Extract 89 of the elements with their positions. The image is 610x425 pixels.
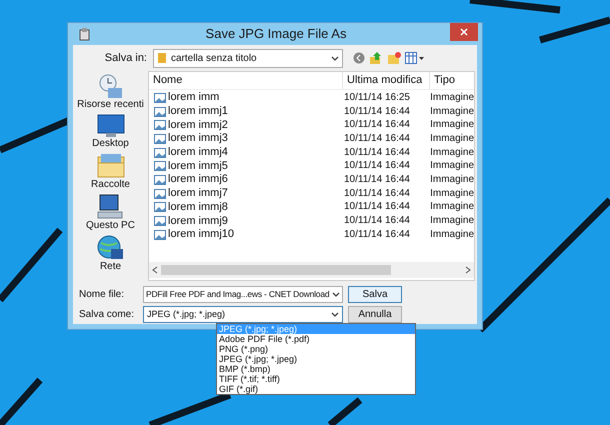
sidebar-item[interactable]: Risorse recenti [77, 99, 144, 111]
modified-cell-text: 10/11/14 16:44 [342, 161, 411, 172]
image-file-icon [154, 120, 166, 130]
file-name[interactable]: lorem immj7 [168, 188, 228, 200]
back-icon[interactable] [353, 52, 365, 64]
file-name-field[interactable]: PDFill Free PDF and Imag...ews - CNET Download [143, 286, 343, 303]
folder-icon [96, 153, 124, 179]
image-file-icon [154, 216, 166, 226]
type-cell-text: Immagine [429, 174, 474, 185]
modified-cell-text: 10/11/14 16:44 [342, 174, 411, 185]
up-folder-icon[interactable] [369, 51, 383, 65]
modified-cell-text: 10/11/14 16:44 [342, 202, 411, 212]
column-header[interactable]: Tipo [429, 72, 474, 89]
view-menu-icon[interactable] [405, 52, 425, 64]
type-cell-text: Immagine [429, 120, 474, 130]
file-name[interactable]: lorem imm [168, 92, 220, 104]
image-file-icon [154, 174, 166, 185]
file-type-option[interactable]: PNG (*.png) [217, 344, 415, 354]
file-name[interactable]: lorem immj10 [168, 229, 234, 240]
image-file-icon [154, 92, 166, 103]
image-file-icon [154, 230, 166, 240]
save-in-label: Salva in: [104, 50, 148, 66]
modified-cell-text: 10/11/14 16:44 [342, 106, 411, 117]
folder-icon [157, 52, 167, 64]
file-type-option[interactable]: Adobe PDF File (*.pdf) [217, 334, 415, 344]
image-file-icon [154, 202, 166, 212]
new-folder-icon[interactable] [387, 51, 401, 65]
file-type-option[interactable]: JPEG (*.jpg; *.jpeg) [217, 354, 415, 364]
file-name-value: PDFill Free PDF and Imag...ews - CNET Download [146, 288, 330, 301]
type-cell-text: Immagine [429, 230, 474, 240]
type-cell-text: Immagine [429, 202, 474, 212]
type-cell-text: Immagine [429, 188, 474, 199]
chevron-down-icon [331, 312, 339, 317]
type-cell-text: Immagine [429, 106, 474, 117]
chevron-down-icon [331, 56, 339, 60]
type-cell-text: Immagine [429, 216, 474, 226]
file-name[interactable]: lorem immj3 [168, 133, 228, 144]
file-name[interactable]: lorem immj4 [168, 147, 228, 158]
window-title: Save JPG Image File As [206, 25, 346, 44]
modified-cell-text: 10/11/14 16:44 [342, 188, 411, 199]
file-name-label: Nome file: [78, 288, 126, 302]
file-type-dropdown[interactable]: JPEG (*.jpg; *.jpeg) [143, 306, 343, 323]
modified-cell-text: 10/11/14 16:44 [342, 134, 411, 144]
sidebar-item[interactable]: Rete [100, 261, 122, 273]
file-name[interactable]: lorem immj9 [168, 216, 228, 227]
close-button[interactable] [450, 23, 478, 41]
scroll-right-icon[interactable] [465, 266, 471, 274]
image-file-icon [154, 161, 166, 172]
file-name[interactable]: lorem immj2 [168, 120, 228, 131]
save-button[interactable]: Salva [348, 286, 402, 303]
file-name[interactable]: lorem immj8 [168, 202, 228, 213]
horizontal-scrollbar[interactable] [149, 262, 474, 278]
image-file-icon [154, 106, 166, 117]
save-as-label: Salva come: [78, 308, 136, 322]
column-header[interactable]: Ultima modifica [342, 72, 429, 89]
column-header[interactable]: Nome [149, 72, 342, 89]
type-cell-text: Immagine [429, 161, 474, 172]
chevron-down-icon [332, 292, 340, 297]
image-file-icon [154, 148, 166, 158]
scrollbar-thumb[interactable] [161, 265, 391, 275]
file-type-value: JPEG (*.jpg; *.jpeg) [147, 308, 226, 321]
app-icon [78, 27, 92, 41]
modified-cell-text: 10/11/14 16:25 [342, 92, 411, 103]
monitor-icon [96, 114, 124, 138]
scroll-left-icon[interactable] [152, 266, 158, 274]
globe-icon [96, 235, 124, 261]
file-name[interactable]: lorem immj1 [168, 106, 228, 118]
computer-icon [96, 194, 124, 220]
file-type-option[interactable]: GIF (*.gif) [217, 384, 415, 394]
folder-name: cartella senza titolo [171, 52, 258, 66]
modified-cell-text: 10/11/14 16:44 [342, 120, 411, 130]
type-cell-text: Immagine [429, 92, 474, 103]
close-icon [460, 28, 468, 36]
image-file-icon [154, 188, 166, 199]
modified-cell-text: 10/11/14 16:44 [342, 230, 411, 240]
type-cell-text: Immagine [429, 148, 474, 158]
folder-dropdown[interactable]: cartella senza titolo [153, 48, 343, 68]
file-name[interactable]: lorem immj6 [168, 174, 228, 186]
sidebar-item[interactable]: Raccolte [91, 179, 130, 191]
file-type-option[interactable]: BMP (*.bmp) [217, 364, 415, 374]
file-type-option[interactable]: TIFF (*.tif; *.tiff) [217, 374, 415, 384]
file-name[interactable]: lorem immj5 [168, 160, 228, 172]
cancel-button[interactable]: Annulla [348, 306, 402, 323]
modified-cell-text: 10/11/14 16:44 [342, 216, 411, 226]
modified-cell-text: 10/11/14 16:44 [342, 148, 411, 158]
sidebar-item[interactable]: Questo PC [86, 220, 135, 232]
type-cell-text: Immagine [429, 134, 474, 144]
sidebar-item[interactable]: Desktop [92, 138, 129, 150]
image-file-icon [154, 134, 166, 144]
